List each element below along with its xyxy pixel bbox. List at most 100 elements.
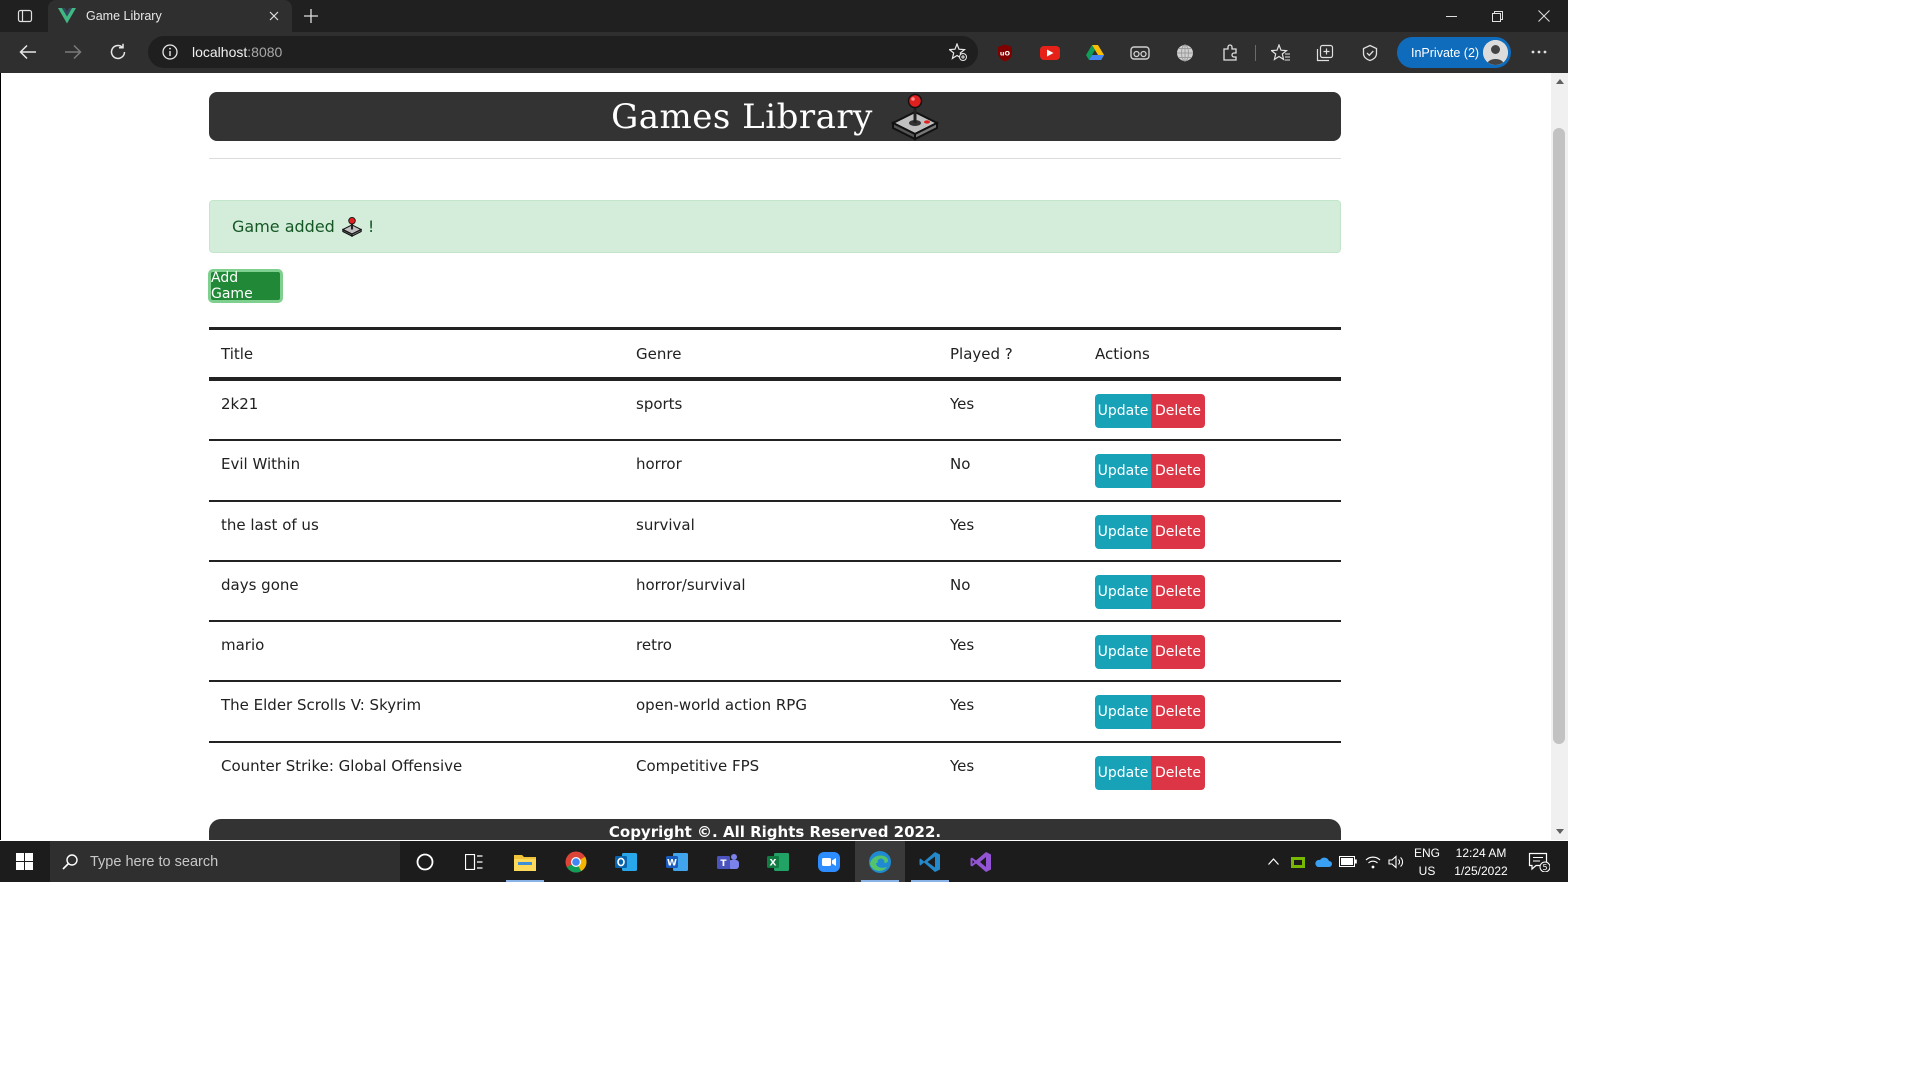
zoom-icon[interactable] (804, 841, 854, 882)
row-actions: Update Delete (1095, 574, 1205, 609)
file-explorer-icon[interactable] (500, 841, 550, 882)
tab-close-icon[interactable] (264, 6, 284, 26)
column-header-title: Title (221, 344, 254, 363)
svg-text:T: T (720, 859, 727, 869)
windows-start-icon[interactable] (0, 841, 48, 882)
drive-ext-icon[interactable] (1084, 42, 1106, 64)
delete-button[interactable]: Delete (1151, 454, 1205, 489)
teams-icon[interactable]: T (703, 841, 753, 882)
browser-tab-active[interactable]: Game Library (48, 0, 292, 32)
svg-text:uO: uO (1000, 50, 1011, 58)
update-button[interactable]: Update (1095, 574, 1151, 609)
ublock-icon[interactable]: uO (994, 42, 1016, 64)
game-played: Yes (950, 696, 975, 715)
row-actions: Update Delete (1095, 695, 1205, 730)
page-footer: Copyright ©. All Rights Reserved 2022. (209, 819, 1341, 840)
refresh-icon[interactable] (103, 38, 133, 66)
game-played: Yes (950, 636, 975, 655)
delete-button[interactable]: Delete (1151, 394, 1205, 428)
collections-icon[interactable] (1314, 42, 1336, 64)
game-genre: horror (636, 455, 682, 474)
minimize-icon[interactable] (1428, 0, 1474, 32)
game-title: 2k21 (221, 395, 259, 413)
vscode-icon[interactable] (905, 841, 955, 882)
update-button[interactable]: Update (1095, 394, 1151, 428)
scrollbar-thumb[interactable] (1553, 128, 1565, 744)
restore-icon[interactable] (1474, 0, 1520, 32)
back-icon[interactable] (13, 38, 43, 66)
wifi-icon[interactable] (1362, 841, 1384, 882)
site-info-icon[interactable] (160, 44, 180, 60)
vr-ext-icon[interactable] (1129, 42, 1151, 64)
scroll-up-icon[interactable] (1555, 77, 1564, 86)
edge-icon[interactable] (855, 841, 905, 882)
table-row: mario retro Yes Update Delete (209, 622, 1341, 683)
game-genre: survival (636, 515, 695, 534)
page-scrollbar[interactable] (1551, 73, 1568, 840)
clock[interactable]: 12:24 AM 1/25/2022 (1448, 841, 1514, 882)
add-game-button[interactable]: Add Game (208, 269, 283, 303)
add-favorite-icon[interactable] (948, 42, 968, 62)
outlook-icon[interactable] (601, 841, 651, 882)
favorites-icon[interactable] (1269, 42, 1291, 64)
viewport-edge (0, 73, 1, 840)
running-indicator (506, 880, 544, 882)
task-view-icon[interactable] (449, 841, 499, 882)
new-tab-icon[interactable] (298, 4, 324, 28)
word-icon[interactable]: W (652, 841, 702, 882)
game-played: Yes (950, 395, 975, 413)
profile-avatar[interactable] (1483, 40, 1508, 65)
column-header-genre: Genre (636, 344, 682, 363)
delete-button[interactable]: Delete (1151, 635, 1205, 670)
notifications-icon[interactable]: 5 (1522, 841, 1556, 882)
row-actions: Update Delete (1095, 755, 1205, 790)
update-button[interactable]: Update (1095, 695, 1151, 730)
game-genre: open-world action RPG (636, 696, 807, 715)
volume-icon[interactable] (1385, 841, 1407, 882)
footer-copyright: Copyright ©. All Rights Reserved 2022. (608, 823, 942, 840)
update-button[interactable]: Update (1095, 635, 1151, 670)
taskbar-search[interactable]: Type here to search (50, 841, 400, 882)
forward-icon[interactable] (58, 38, 88, 66)
cortana-icon[interactable] (400, 841, 450, 882)
puzzle-extensions-icon[interactable] (1219, 42, 1241, 64)
game-title: days gone (221, 575, 299, 594)
scroll-down-icon[interactable] (1555, 827, 1564, 836)
close-window-icon[interactable] (1521, 0, 1567, 32)
success-alert: Game added ! (209, 200, 1341, 253)
battery-icon[interactable] (1337, 841, 1359, 882)
nvidia-tray-icon[interactable] (1288, 841, 1308, 882)
game-title: The Elder Scrolls V: Skyrim (221, 696, 422, 715)
browser-toolbar: localhost:8080 uO InPrivate (2) (0, 32, 1568, 73)
game-genre: sports (636, 395, 683, 413)
tab-actions-icon[interactable] (8, 4, 42, 28)
language-code: ENG (1413, 845, 1440, 860)
url-host: localhost (192, 44, 248, 60)
browser-essentials-icon[interactable] (1359, 42, 1381, 64)
update-button[interactable]: Update (1095, 514, 1151, 549)
visual-studio-icon[interactable] (956, 841, 1006, 882)
chrome-icon[interactable] (551, 841, 601, 882)
show-hidden-icons[interactable] (1264, 841, 1282, 882)
input-language[interactable]: ENG US (1410, 841, 1444, 882)
update-button[interactable]: Update (1095, 454, 1151, 489)
excel-icon[interactable]: X (753, 841, 803, 882)
globe-ext-icon[interactable] (1174, 42, 1196, 64)
onedrive-icon[interactable] (1312, 841, 1334, 882)
game-played: Yes (950, 515, 975, 534)
delete-button[interactable]: Delete (1151, 695, 1205, 730)
game-genre: retro (636, 636, 672, 655)
youtube-ext-icon[interactable] (1039, 42, 1061, 64)
delete-button[interactable]: Delete (1151, 514, 1205, 549)
update-button[interactable]: Update (1095, 755, 1151, 790)
settings-more-icon[interactable] (1525, 40, 1553, 64)
delete-button[interactable]: Delete (1151, 755, 1205, 790)
address-bar[interactable]: localhost:8080 (148, 36, 978, 68)
table-row: Counter Strike: Global Offensive Competi… (209, 743, 1341, 803)
url-port: :8080 (247, 44, 283, 60)
inprivate-badge[interactable]: InPrivate (2) (1397, 37, 1511, 68)
game-title: Counter Strike: Global Offensive (221, 756, 463, 775)
search-placeholder: Type here to search (90, 853, 219, 870)
clock-time: 12:24 AM (1455, 845, 1507, 860)
delete-button[interactable]: Delete (1151, 574, 1205, 609)
